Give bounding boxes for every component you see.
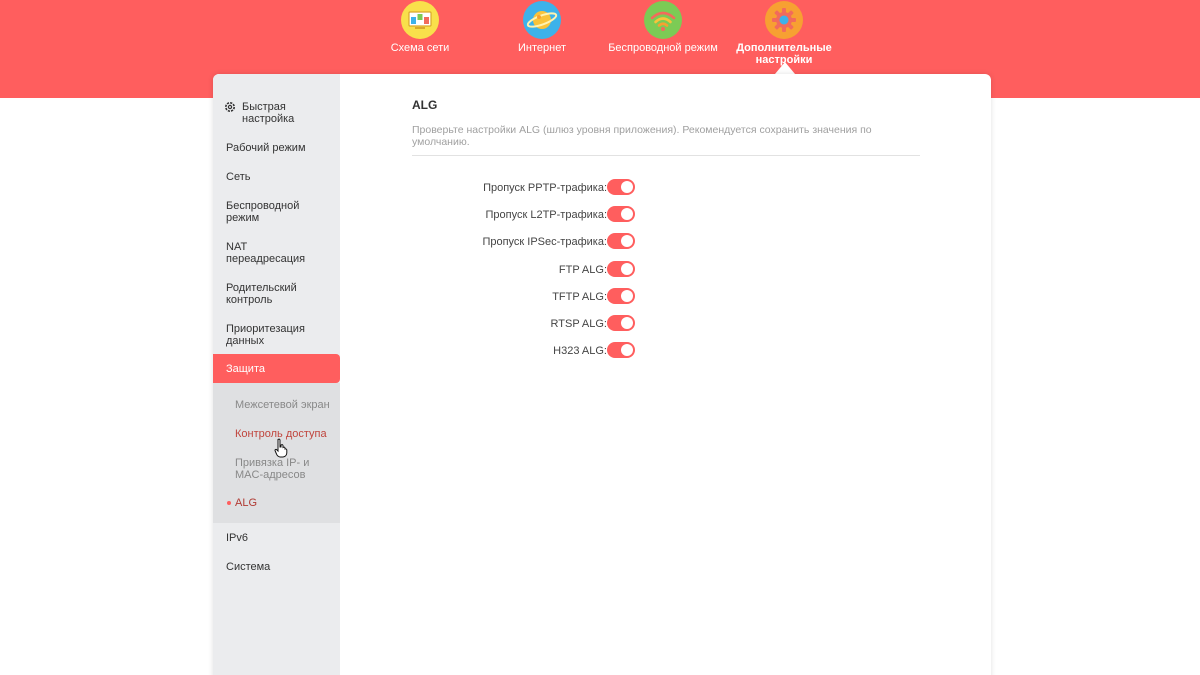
sidebar-item-wireless[interactable]: Беспроводной режим xyxy=(226,200,306,224)
submenu-item-alg[interactable]: ALG xyxy=(235,497,335,509)
divider xyxy=(412,155,920,156)
nav-wireless[interactable]: Беспроводной режим xyxy=(603,0,723,54)
toggle-knob xyxy=(621,263,633,275)
toggle-label: Пропуск IPSec-трафика: xyxy=(482,236,607,248)
toggle-knob xyxy=(621,317,633,329)
h323-alg-toggle[interactable] xyxy=(607,342,635,358)
nav-network-map[interactable]: Схема сети xyxy=(360,0,480,54)
nav-label: Интернет xyxy=(518,42,566,54)
toggle-knob xyxy=(621,235,633,247)
network-map-icon xyxy=(401,1,439,39)
toggle-label: TFTP ALG: xyxy=(552,291,607,303)
nav-label: Схема сети xyxy=(390,42,450,54)
toggle-row-ipsec: Пропуск IPSec-трафика: xyxy=(412,233,732,251)
wifi-icon xyxy=(644,1,682,39)
submenu-item-firewall[interactable]: Межсетевой экран xyxy=(235,399,335,411)
current-item-dot xyxy=(227,501,231,505)
globe-planet-icon xyxy=(523,1,561,39)
hand-cursor-icon xyxy=(274,438,288,458)
toggle-knob xyxy=(621,344,633,356)
tftp-alg-toggle[interactable] xyxy=(607,288,635,304)
sidebar-item-work-mode[interactable]: Рабочий режим xyxy=(226,142,336,154)
l2tp-passthrough-toggle[interactable] xyxy=(607,206,635,222)
page-title: ALG xyxy=(412,98,438,112)
toggle-label: RTSP ALG: xyxy=(550,318,607,330)
sidebar-item-system[interactable]: Система xyxy=(226,561,336,573)
toggle-label: Пропуск PPTP-трафика: xyxy=(483,182,607,194)
sidebar-item-parental-control[interactable]: Родительский контроль xyxy=(226,282,306,306)
nav-advanced[interactable]: Дополнительные настройки xyxy=(724,0,844,66)
active-nav-pointer xyxy=(775,62,795,74)
sidebar-item-label: Быстрая настройка xyxy=(242,101,295,125)
page-description: Проверьте настройки ALG (шлюз уровня при… xyxy=(412,124,872,148)
toggle-row-l2tp: Пропуск L2TP-трафика: xyxy=(412,206,732,224)
toggle-row-tftp: TFTP ALG: xyxy=(412,288,732,306)
toggle-label: Пропуск L2TP-трафика: xyxy=(485,209,608,221)
sidebar-item-label: Защита xyxy=(226,363,265,375)
sidebar-item-ipv6[interactable]: IPv6 xyxy=(226,532,336,544)
sidebar-item-quick-setup[interactable]: Быстрая настройка xyxy=(225,101,336,125)
nav-label: Беспроводной режим xyxy=(608,42,718,54)
ipsec-passthrough-toggle[interactable] xyxy=(607,233,635,249)
toggle-row-pptp: Пропуск PPTP-трафика: xyxy=(412,179,732,197)
toggle-label: FTP ALG: xyxy=(558,264,607,276)
sidebar: Быстрая настройка Рабочий режим Сеть Бес… xyxy=(213,74,340,675)
nav-internet[interactable]: Интернет xyxy=(482,0,602,54)
content-area: ALG Проверьте настройки ALG (шлюз уровня… xyxy=(340,74,991,675)
toggle-label: H323 ALG: xyxy=(553,345,607,357)
submenu-item-ip-mac-binding[interactable]: Привязка IP- и MAC-адресов xyxy=(235,457,315,481)
toggle-row-ftp: FTP ALG: xyxy=(412,261,732,279)
toggle-knob xyxy=(621,181,633,193)
gear-icon xyxy=(765,1,803,39)
sidebar-item-network[interactable]: Сеть xyxy=(226,171,336,183)
toggle-row-h323: H323 ALG: xyxy=(412,342,732,360)
sidebar-item-nat[interactable]: NAT переадресация xyxy=(226,241,316,265)
toggle-knob xyxy=(621,208,633,220)
sidebar-item-qos[interactable]: Приоритезация данных xyxy=(226,323,306,347)
ftp-alg-toggle[interactable] xyxy=(607,261,635,277)
main-panel: Быстрая настройка Рабочий режим Сеть Бес… xyxy=(213,74,991,675)
toggle-row-rtsp: RTSP ALG: xyxy=(412,315,732,333)
rtsp-alg-toggle[interactable] xyxy=(607,315,635,331)
sidebar-item-security[interactable]: Защита xyxy=(213,354,340,383)
gear-icon xyxy=(225,102,235,112)
toggle-knob xyxy=(621,290,633,302)
pptp-passthrough-toggle[interactable] xyxy=(607,179,635,195)
